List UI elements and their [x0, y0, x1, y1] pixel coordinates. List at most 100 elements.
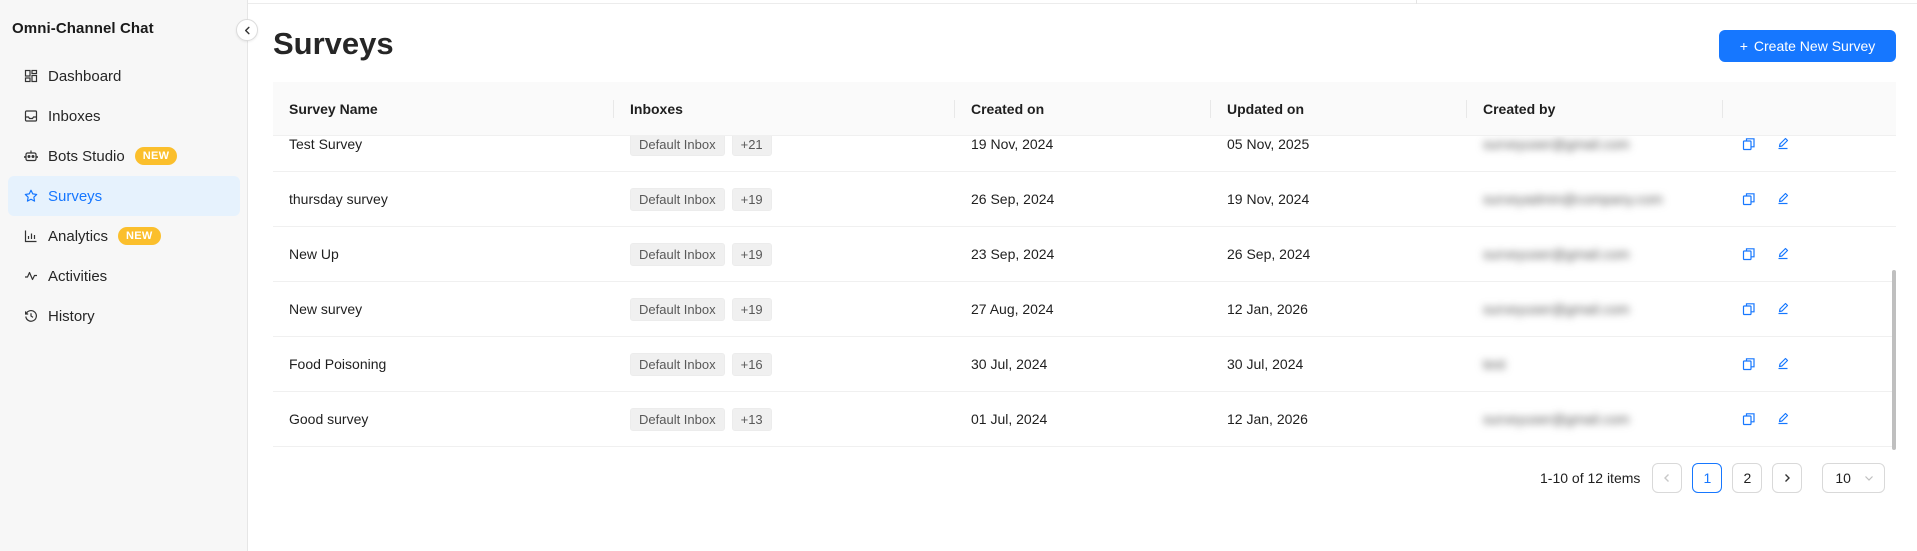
created-by-cell: surveyuser@gmail.com	[1467, 301, 1723, 317]
edit-icon[interactable]	[1773, 136, 1793, 154]
table-body[interactable]: Test Survey Default Inbox +21 19 Nov, 2024 0…	[273, 136, 1896, 450]
table-row[interactable]: thursday survey Default Inbox +19 26 Sep, 2…	[273, 172, 1896, 227]
sidebar-item-dashboard[interactable]: Dashboard	[8, 56, 240, 96]
survey-name[interactable]: Good survey	[273, 411, 614, 427]
next-page-button[interactable]	[1772, 463, 1803, 493]
page-size-select[interactable]: 10	[1822, 463, 1886, 493]
sidebar-item-bots-studio[interactable]: Bots Studio NEW	[8, 136, 240, 176]
updated-on: 26 Sep, 2024	[1227, 246, 1311, 262]
inbox-tag: Default Inbox	[630, 242, 725, 266]
survey-name[interactable]: Food Poisoning	[273, 356, 614, 372]
top-divider	[248, 0, 1917, 4]
copy-icon[interactable]	[1739, 189, 1759, 209]
table-row[interactable]: Food Poisoning Default Inbox +16 30 Jul, 20…	[273, 337, 1896, 392]
prev-page-button[interactable]	[1652, 463, 1683, 493]
sidebar-item-history[interactable]: History	[8, 296, 240, 336]
star-icon	[24, 189, 38, 203]
created-by-email: surveyadmin@company.com	[1483, 191, 1663, 207]
bar-chart-icon	[24, 229, 38, 243]
created-by-cell: surveyuser@gmail.com	[1467, 411, 1723, 427]
updated-on: 19 Nov, 2024	[1227, 191, 1310, 207]
activity-icon	[24, 269, 38, 283]
created-on: 27 Aug, 2024	[971, 301, 1054, 317]
survey-name[interactable]: New Up	[273, 246, 614, 262]
survey-name[interactable]: Test Survey	[273, 136, 614, 152]
column-header-created-by: Created by	[1467, 82, 1723, 135]
inbox-more-tag: +19	[731, 242, 772, 266]
row-actions	[1723, 409, 1896, 429]
sidebar-item-analytics[interactable]: Analytics NEW	[8, 216, 240, 256]
created-by-email: surveyuser@gmail.com	[1483, 411, 1630, 427]
chevron-left-icon	[1664, 474, 1670, 482]
inbox-more-tag: +19	[731, 297, 772, 321]
sidebar-item-label: Analytics	[48, 227, 109, 245]
table-row[interactable]: Good survey Default Inbox +13 01 Jul, 2024 1…	[273, 392, 1896, 447]
table-row[interactable]: New survey Default Inbox +19 27 Aug, 2024 12…	[273, 282, 1896, 337]
edit-icon[interactable]	[1773, 409, 1793, 429]
copy-icon[interactable]	[1739, 299, 1759, 319]
survey-name[interactable]: thursday survey	[273, 191, 614, 207]
column-header-survey-name: Survey Name	[273, 82, 614, 135]
row-actions	[1723, 136, 1896, 154]
app-title: Omni-Channel Chat	[12, 20, 154, 37]
sidebar-nav: Dashboard Inboxes Bots Studio NEW Survey…	[8, 56, 240, 336]
table-scrollbar[interactable]	[1892, 136, 1896, 450]
column-header-inboxes: Inboxes	[614, 82, 955, 135]
column-header-created-on: Created on	[955, 82, 1211, 135]
sidebar-item-activities[interactable]: Activities	[8, 256, 240, 296]
edit-icon[interactable]	[1773, 299, 1793, 319]
sidebar-item-label: Dashboard	[48, 67, 122, 85]
inboxes-cell: Default Inbox +16	[614, 352, 955, 376]
chevron-down-icon	[1865, 476, 1874, 481]
chevron-left-icon	[243, 26, 252, 35]
edit-icon[interactable]	[1773, 244, 1793, 264]
row-actions	[1723, 354, 1896, 374]
page-size-value: 10	[1835, 470, 1851, 486]
create-button-label: Create New Survey	[1753, 38, 1876, 54]
created-by-email: surveyuser@gmail.com	[1483, 246, 1630, 262]
updated-on: 30 Jul, 2024	[1227, 356, 1304, 372]
table-row[interactable]: New Up Default Inbox +19 23 Sep, 2024 26 Sep…	[273, 227, 1896, 282]
sidebar-item-label: Inboxes	[48, 107, 101, 125]
inbox-more-tag: +16	[731, 352, 772, 376]
inbox-tag: Default Inbox	[630, 407, 725, 431]
table-row[interactable]: Test Survey Default Inbox +21 19 Nov, 2024 0…	[273, 136, 1896, 172]
created-by-email: test	[1483, 356, 1506, 372]
pagination: 1-10 of 12 items 1 2 10	[1540, 463, 1886, 493]
dashboard-icon	[24, 69, 38, 83]
edit-icon[interactable]	[1773, 354, 1793, 374]
updated-on: 05 Nov, 2025	[1227, 136, 1310, 152]
created-on: 19 Nov, 2024	[971, 136, 1054, 152]
row-actions	[1723, 299, 1896, 319]
row-actions	[1723, 189, 1896, 209]
inboxes-cell: Default Inbox +19	[614, 187, 955, 211]
sidebar-collapse-button[interactable]	[236, 19, 258, 41]
sidebar-item-surveys[interactable]: Surveys	[8, 176, 240, 216]
updated-on: 12 Jan, 2026	[1227, 411, 1308, 427]
create-new-survey-button[interactable]: + Create New Survey	[1719, 30, 1896, 62]
row-actions	[1723, 244, 1896, 264]
copy-icon[interactable]	[1739, 136, 1759, 154]
page-2-button[interactable]: 2	[1732, 463, 1763, 493]
bot-icon	[24, 149, 38, 163]
copy-icon[interactable]	[1739, 244, 1759, 264]
updated-on: 12 Jan, 2026	[1227, 301, 1308, 317]
created-on: 30 Jul, 2024	[971, 356, 1048, 372]
sidebar-item-label: Activities	[48, 267, 108, 285]
copy-icon[interactable]	[1739, 354, 1759, 374]
copy-icon[interactable]	[1739, 409, 1759, 429]
inboxes-cell: Default Inbox +19	[614, 297, 955, 321]
created-by-cell: surveyadmin@company.com	[1467, 191, 1723, 207]
edit-icon[interactable]	[1773, 189, 1793, 209]
survey-name[interactable]: New survey	[273, 301, 614, 317]
column-header-updated-on: Updated on	[1211, 82, 1467, 135]
new-badge: NEW	[134, 147, 178, 165]
page-1-button[interactable]: 1	[1692, 463, 1723, 493]
inbox-more-tag: +13	[731, 407, 772, 431]
sidebar-item-inboxes[interactable]: Inboxes	[8, 96, 240, 136]
sidebar: Omni-Channel Chat Dashboard Inboxes Bots…	[0, 0, 248, 551]
page-title: Surveys	[273, 26, 394, 61]
inboxes-cell: Default Inbox +21	[614, 136, 955, 156]
new-badge: NEW	[118, 227, 161, 245]
scrollbar-thumb[interactable]	[1892, 270, 1896, 450]
